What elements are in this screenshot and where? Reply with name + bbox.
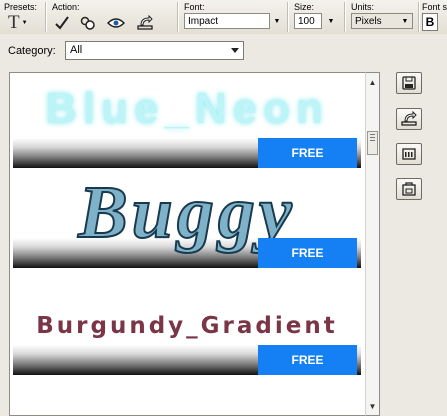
style-preview-text: Blue_Neon [45,84,329,133]
list-item[interactable]: Blue_Neon FREE [13,81,361,173]
style-preview-text: Burgundy_Gradient [36,313,338,339]
units-label: Units: [351,2,375,12]
category-select[interactable]: All [65,41,244,60]
font-select[interactable]: Impact [184,13,270,29]
chevron-down-icon[interactable]: ▼ [398,13,412,29]
delete-icon [402,182,416,196]
vertical-scrollbar[interactable]: ▲ ▼ [365,72,380,416]
commit-button[interactable] [52,14,72,32]
text-styles-panel: Category: All Blue_Neon FREE Buggy FREE … [0,34,447,416]
list-item[interactable]: Buggy FREE [13,171,361,273]
preview-button[interactable] [106,14,126,32]
load-icon [137,15,153,30]
options-toolbar: Presets: T ▼ Action: Font: Impact ▼ Size… [0,0,447,35]
font-group: Font: Impact ▼ [180,0,288,34]
free-badge: FREE [258,238,357,268]
scroll-up-arrow-icon[interactable]: ▲ [366,75,379,89]
free-badge: FREE [258,138,357,168]
styles-icon [80,16,95,30]
chevron-down-icon: ▼ [21,19,28,26]
presets-group: Presets: T ▼ [0,0,44,34]
chevron-down-icon[interactable]: ▼ [270,13,284,29]
text-tool-icon: T [8,11,20,33]
checkmark-icon [55,16,69,30]
scroll-down-arrow-icon[interactable]: ▼ [366,399,379,413]
styles-button[interactable] [78,14,98,32]
scroll-thumb[interactable] [367,131,378,155]
free-badge: FREE [258,345,357,375]
action-group: Action: [48,0,176,34]
rename-style-button[interactable] [396,143,422,165]
list-item[interactable]: Burgundy_Gradient FREE [13,311,361,375]
size-group: Size: 100 ▼ [290,0,342,34]
chevron-down-icon [231,48,239,53]
eye-icon [107,18,125,28]
bold-button[interactable]: B [422,13,438,31]
load-style-button[interactable] [135,14,155,32]
bold-icon: B [425,15,435,29]
rename-icon [402,148,416,160]
font-label: Font: [184,2,205,12]
units-group: Units: Pixels ▼ [347,0,417,34]
save-style-button[interactable] [396,72,422,94]
save-icon [402,76,416,90]
action-label: Action: [52,2,80,12]
font-style-group: Font s B [420,0,447,34]
chevron-down-icon[interactable]: ▼ [324,13,338,29]
load-icon [401,111,417,126]
size-label: Size: [294,2,315,12]
size-input[interactable]: 100 [294,13,322,29]
style-list: Blue_Neon FREE Buggy FREE Burgundy_Gradi… [9,72,380,416]
text-tool-preset-button[interactable]: T ▼ [8,11,34,33]
category-label: Category: [8,45,56,57]
delete-style-button[interactable] [396,178,422,200]
presets-label: Presets: [4,2,38,12]
load-style-side-button[interactable] [396,108,422,130]
category-value: All [70,44,83,56]
font-style-label: Font s [422,2,447,12]
